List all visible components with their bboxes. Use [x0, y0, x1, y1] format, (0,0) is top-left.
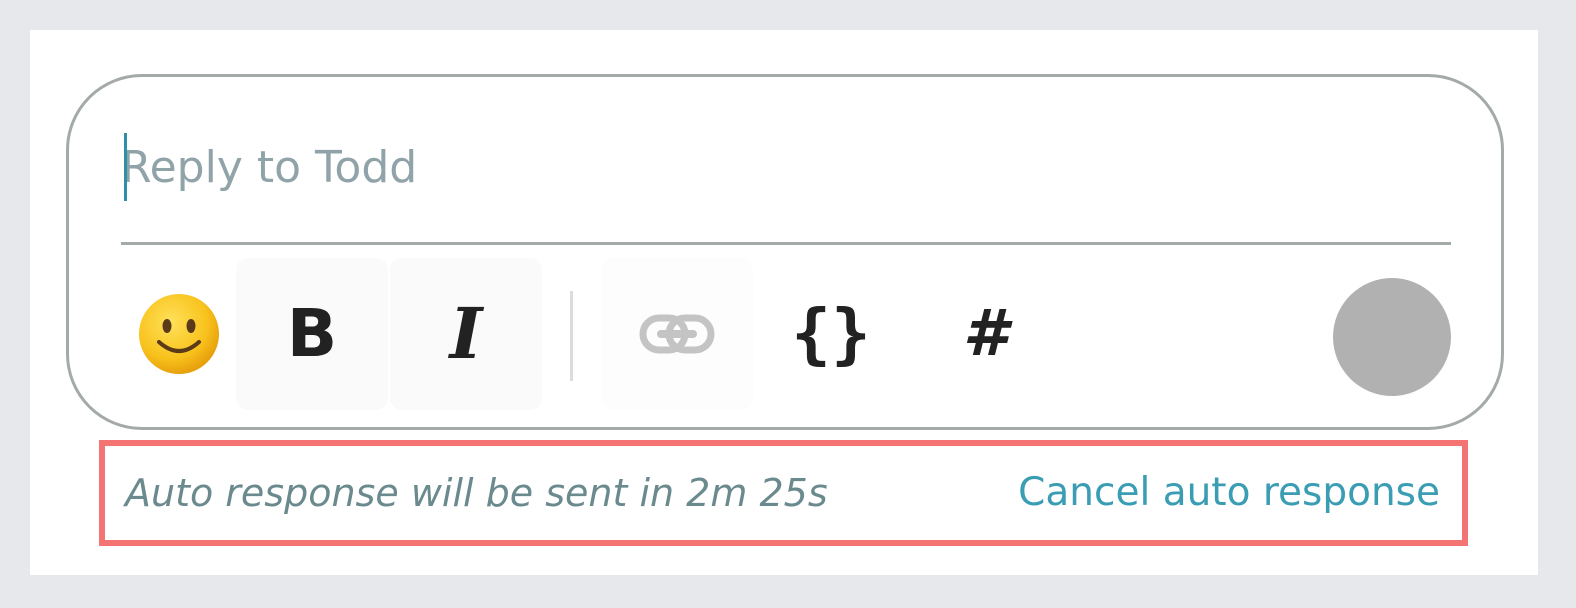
- cancel-auto-response-link[interactable]: Cancel auto response: [1018, 466, 1440, 520]
- auto-response-status: Auto response will be sent in 2m 25s: [125, 471, 828, 515]
- auto-response-bar: Auto response will be sent in 2m 25s Can…: [99, 440, 1468, 546]
- link-icon: [639, 314, 715, 354]
- code-braces-icon: {}: [791, 295, 871, 372]
- composer-divider: [121, 242, 1451, 245]
- italic-button[interactable]: I: [390, 258, 542, 410]
- send-button[interactable]: [1333, 278, 1451, 396]
- smiling-face-emoji-icon: [139, 294, 219, 374]
- reply-input[interactable]: [121, 129, 1451, 205]
- code-button[interactable]: {}: [755, 258, 907, 410]
- hash-icon: #: [962, 297, 1008, 371]
- toolbar-separator: [570, 291, 573, 381]
- italic-icon: I: [449, 292, 483, 375]
- bold-icon: B: [286, 295, 338, 372]
- reply-composer: B I {} #: [66, 74, 1504, 430]
- text-caret: [124, 133, 127, 201]
- emoji-button[interactable]: [109, 258, 249, 410]
- link-button[interactable]: [601, 258, 753, 410]
- channel-button[interactable]: #: [909, 258, 1061, 410]
- bold-button[interactable]: B: [236, 258, 388, 410]
